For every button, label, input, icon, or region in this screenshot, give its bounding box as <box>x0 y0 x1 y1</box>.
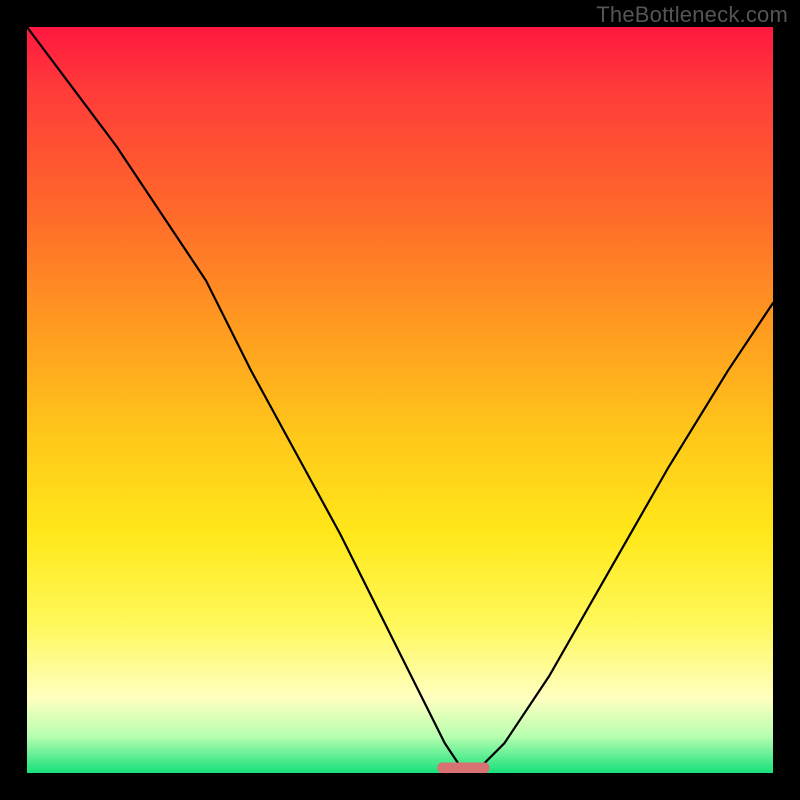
chart-plot-area <box>27 27 773 773</box>
outer-frame: TheBottleneck.com <box>0 0 800 800</box>
optimum-marker <box>437 763 489 773</box>
watermark-label: TheBottleneck.com <box>596 2 788 28</box>
bottleneck-curve <box>27 27 773 773</box>
chart-svg <box>27 27 773 773</box>
